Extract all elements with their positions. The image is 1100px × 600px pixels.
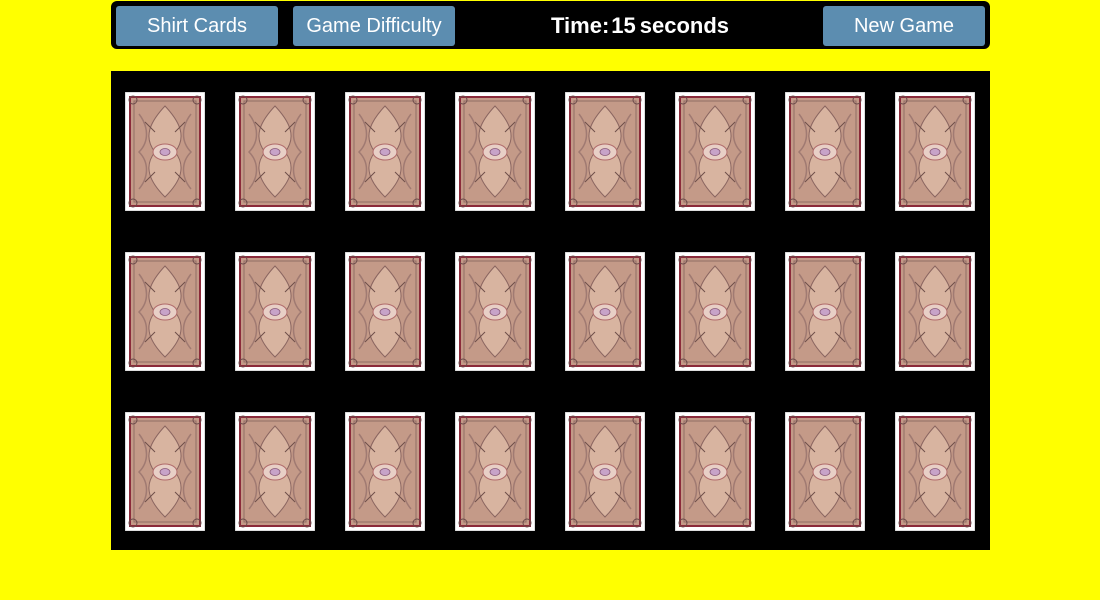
new-game-button[interactable]: New Game — [823, 6, 985, 46]
card-back-pattern — [785, 92, 865, 211]
card-face-down[interactable] — [675, 252, 755, 371]
card-back-pattern — [785, 252, 865, 371]
card-face-down[interactable] — [895, 92, 975, 211]
card-back-pattern — [235, 252, 315, 371]
card-face-down[interactable] — [455, 412, 535, 531]
timer-unit: seconds — [639, 13, 730, 38]
card-face-down[interactable] — [785, 92, 865, 211]
card-back-pattern — [345, 252, 425, 371]
card-face-down[interactable] — [565, 92, 645, 211]
card-back-pattern — [675, 92, 755, 211]
card-face-down[interactable] — [785, 412, 865, 531]
card-face-down[interactable] — [345, 412, 425, 531]
card-back-pattern — [455, 412, 535, 531]
card-face-down[interactable] — [125, 92, 205, 211]
card-face-down[interactable] — [345, 92, 425, 211]
timer-display: Time:15 seconds — [551, 13, 729, 39]
card-face-down[interactable] — [455, 92, 535, 211]
card-back-pattern — [345, 412, 425, 531]
card-back-pattern — [895, 412, 975, 531]
card-back-pattern — [675, 412, 755, 531]
card-back-pattern — [455, 92, 535, 211]
card-face-down[interactable] — [235, 92, 315, 211]
game-difficulty-button[interactable]: Game Difficulty — [293, 6, 455, 46]
top-toolbar: Shirt Cards Game Difficulty Time:15 secon… — [111, 1, 990, 49]
card-face-down[interactable] — [345, 252, 425, 371]
timer-label: Time: — [551, 13, 610, 38]
card-back-pattern — [125, 252, 205, 371]
card-board — [111, 71, 990, 550]
card-back-pattern — [675, 252, 755, 371]
card-back-pattern — [345, 92, 425, 211]
card-back-pattern — [565, 252, 645, 371]
card-face-down[interactable] — [785, 252, 865, 371]
card-face-down[interactable] — [235, 252, 315, 371]
card-back-pattern — [565, 92, 645, 211]
card-face-down[interactable] — [235, 412, 315, 531]
card-face-down[interactable] — [455, 252, 535, 371]
card-back-pattern — [235, 92, 315, 211]
card-face-down[interactable] — [565, 252, 645, 371]
card-face-down[interactable] — [895, 252, 975, 371]
card-face-down[interactable] — [895, 412, 975, 531]
card-face-down[interactable] — [125, 412, 205, 531]
card-back-pattern — [125, 412, 205, 531]
card-face-down[interactable] — [675, 412, 755, 531]
card-face-down[interactable] — [565, 412, 645, 531]
card-back-pattern — [785, 412, 865, 531]
card-back-pattern — [125, 92, 205, 211]
card-back-pattern — [235, 412, 315, 531]
card-back-pattern — [895, 252, 975, 371]
card-back-pattern — [565, 412, 645, 531]
card-face-down[interactable] — [675, 92, 755, 211]
timer-value: 15 — [611, 13, 636, 38]
card-back-pattern — [895, 92, 975, 211]
card-back-pattern — [455, 252, 535, 371]
card-face-down[interactable] — [125, 252, 205, 371]
shirt-cards-button[interactable]: Shirt Cards — [116, 6, 278, 46]
